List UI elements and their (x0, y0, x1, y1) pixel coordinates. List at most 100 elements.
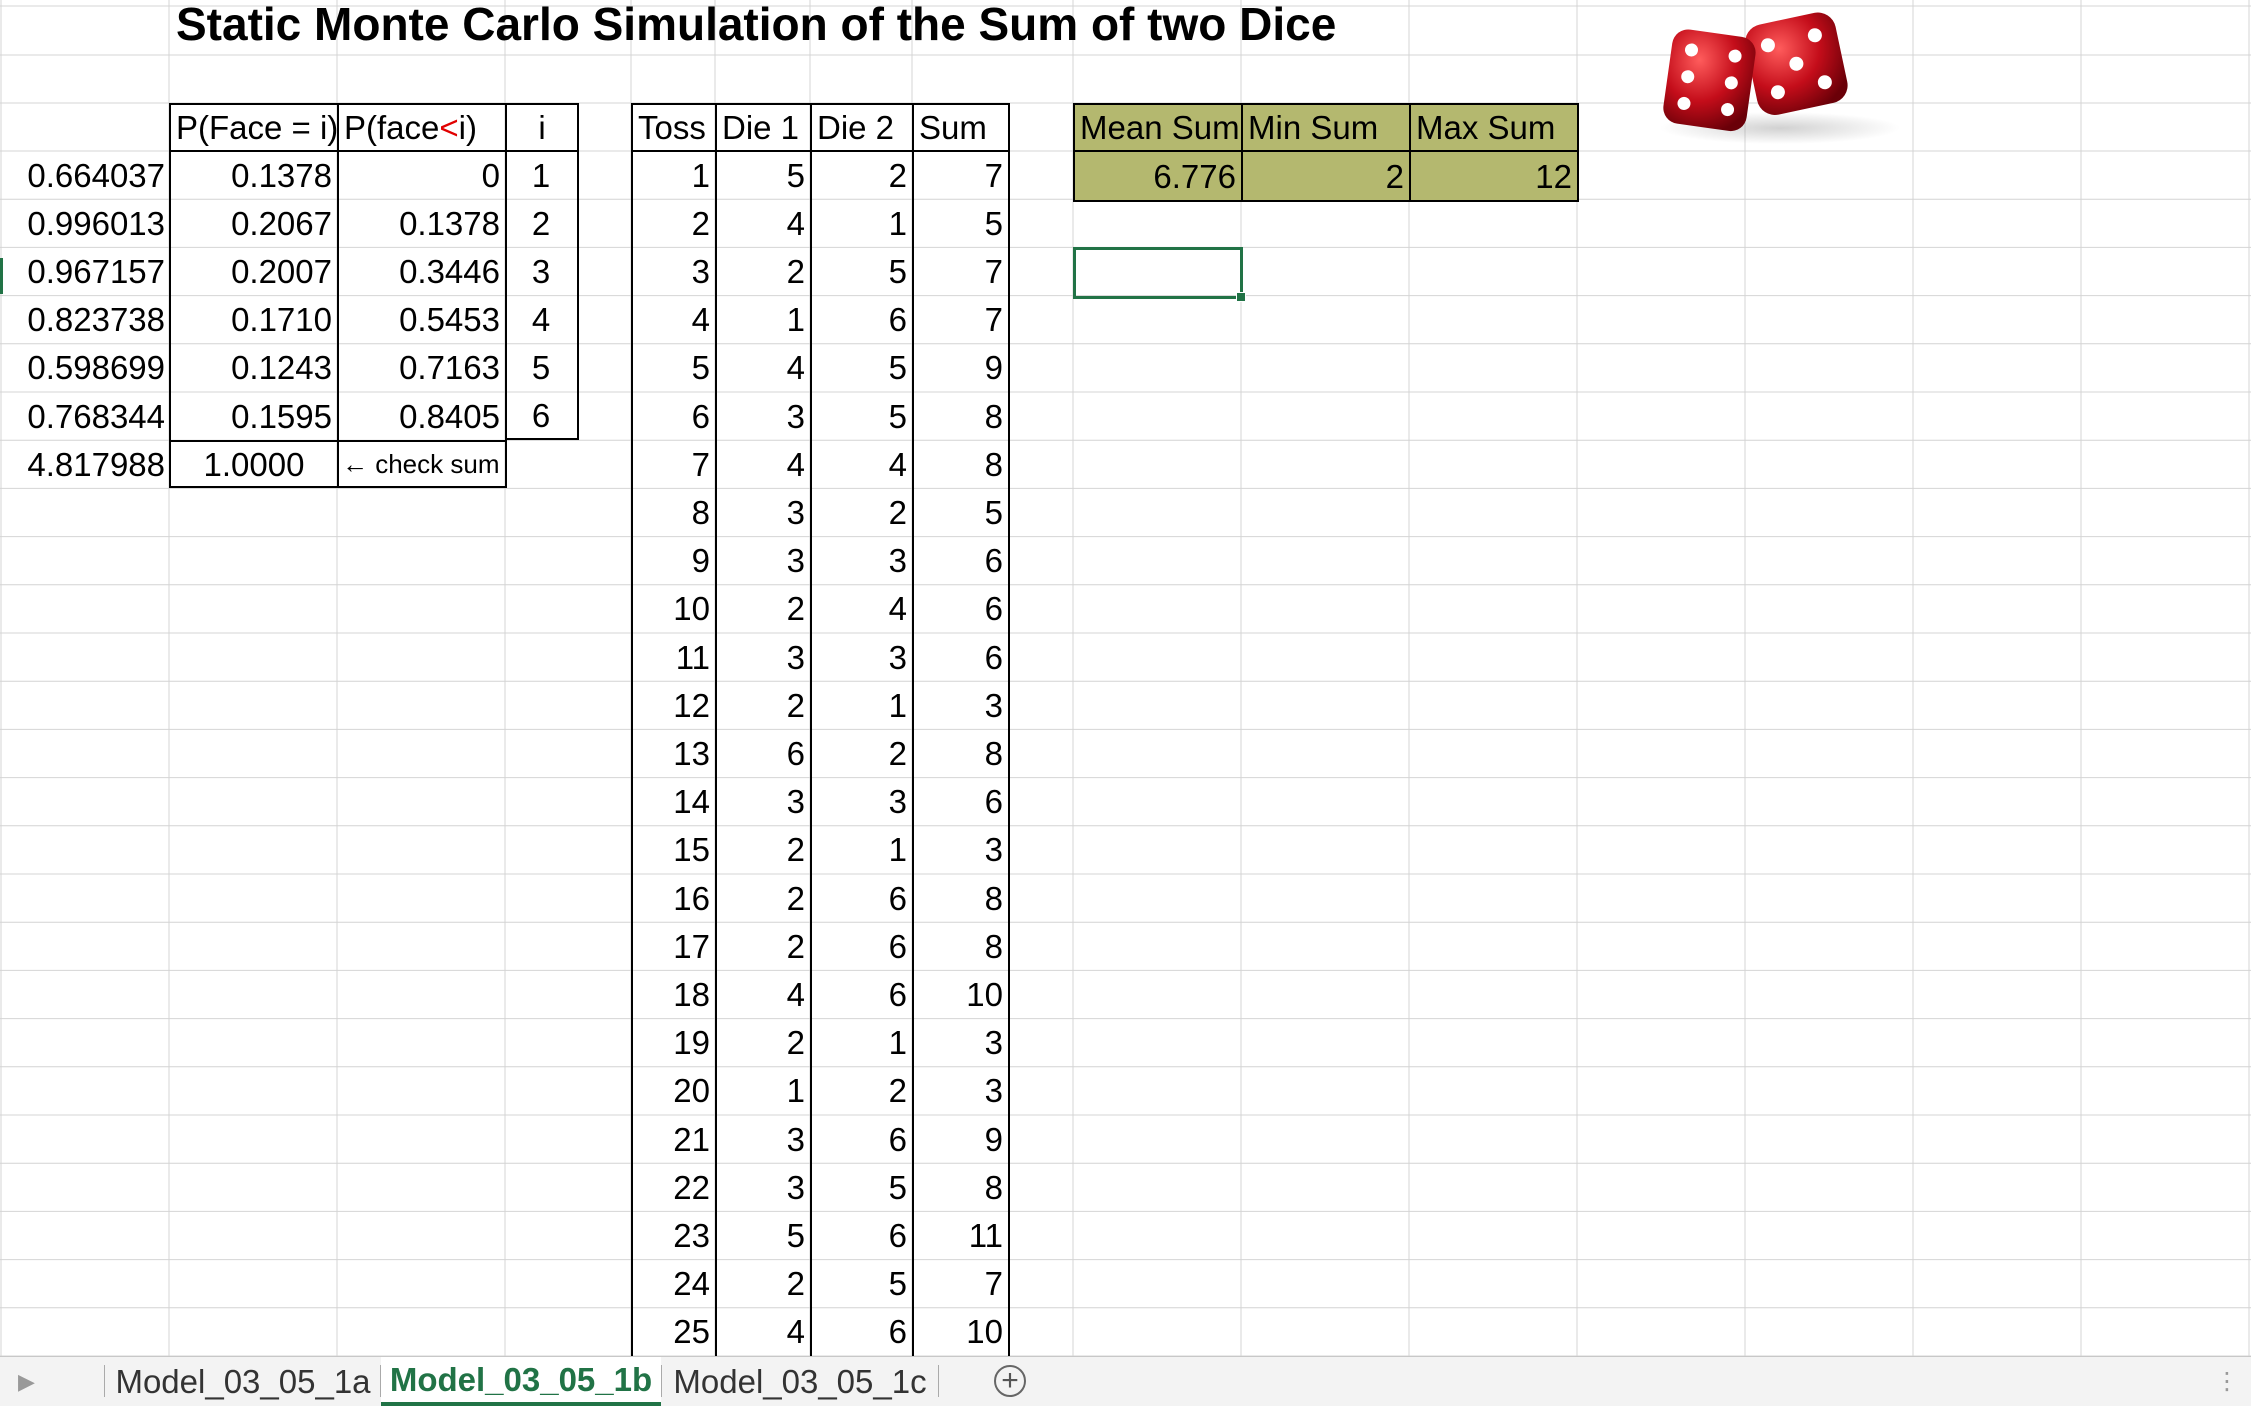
toss-number-cell[interactable]: 15 (631, 825, 717, 874)
die-1-cell[interactable]: 4 (715, 343, 812, 392)
header-i[interactable]: i (505, 103, 579, 152)
sum-cell[interactable]: 6 (912, 584, 1010, 633)
die-1-cell[interactable]: 2 (715, 874, 812, 923)
die-2-cell[interactable]: 6 (810, 1115, 914, 1164)
sum-cell[interactable]: 8 (912, 874, 1010, 923)
stats-value-min-sum[interactable]: 2 (1241, 150, 1411, 202)
sum-cell[interactable]: 7 (912, 295, 1010, 344)
sum-cell[interactable]: 8 (912, 1163, 1010, 1212)
die-2-cell[interactable]: 1 (810, 1018, 914, 1067)
sum-cell[interactable]: 8 (912, 922, 1010, 971)
die-1-cell[interactable]: 2 (715, 922, 812, 971)
die-1-cell[interactable]: 4 (715, 970, 812, 1019)
die-1-cell[interactable]: 3 (715, 536, 812, 585)
random-value-cell[interactable]: 0.996013 (0, 199, 170, 247)
sum-cell[interactable]: 6 (912, 536, 1010, 585)
toss-number-cell[interactable]: 11 (631, 633, 717, 682)
face-index-cell[interactable]: 4 (505, 295, 579, 344)
die-1-cell[interactable]: 3 (715, 1163, 812, 1212)
sum-cell[interactable]: 5 (912, 199, 1010, 248)
sum-cell[interactable]: 8 (912, 440, 1010, 489)
sum-cell[interactable]: 3 (912, 681, 1010, 730)
sum-cell[interactable]: 7 (912, 1259, 1010, 1308)
p-face-cell[interactable]: 0.2067 (169, 199, 339, 248)
die-1-cell[interactable]: 6 (715, 729, 812, 778)
random-value-cell[interactable]: 0.598699 (0, 344, 170, 392)
toss-header-die-2[interactable]: Die 2 (810, 103, 914, 152)
die-1-cell[interactable]: 3 (715, 1115, 812, 1164)
toss-header-die-1[interactable]: Die 1 (715, 103, 812, 152)
face-index-cell[interactable]: 6 (505, 392, 579, 441)
die-2-cell[interactable]: 3 (810, 536, 914, 585)
p-less-cell[interactable]: 0 (337, 151, 507, 200)
die-2-cell[interactable]: 5 (810, 1259, 914, 1308)
die-2-cell[interactable]: 2 (810, 151, 914, 200)
die-1-cell[interactable]: 2 (715, 584, 812, 633)
die-2-cell[interactable]: 6 (810, 970, 914, 1019)
p-face-cell[interactable]: 0.1378 (169, 151, 339, 200)
toss-number-cell[interactable]: 22 (631, 1163, 717, 1212)
random-value-cell[interactable]: 0.823738 (0, 296, 170, 344)
die-1-cell[interactable]: 4 (715, 1307, 812, 1356)
sum-cell[interactable]: 6 (912, 633, 1010, 682)
sum-cell[interactable]: 9 (912, 1115, 1010, 1164)
sum-cell[interactable]: 3 (912, 1066, 1010, 1115)
die-1-cell[interactable]: 2 (715, 1259, 812, 1308)
sum-cell[interactable]: 10 (912, 1307, 1010, 1356)
toss-number-cell[interactable]: 7 (631, 440, 717, 489)
stats-header-mean-sum[interactable]: Mean Sum (1073, 103, 1243, 152)
p-less-cell[interactable]: 0.7163 (337, 343, 507, 392)
toss-number-cell[interactable]: 13 (631, 729, 717, 778)
die-1-cell[interactable]: 5 (715, 151, 812, 200)
toss-number-cell[interactable]: 21 (631, 1115, 717, 1164)
add-sheet-icon[interactable]: + (994, 1365, 1026, 1397)
die-2-cell[interactable]: 5 (810, 247, 914, 296)
toss-number-cell[interactable]: 8 (631, 488, 717, 537)
toss-number-cell[interactable]: 23 (631, 1211, 717, 1260)
random-value-cell[interactable]: 0.664037 (0, 151, 170, 199)
random-value-cell[interactable]: 0.967157 (0, 247, 170, 295)
die-1-cell[interactable]: 4 (715, 440, 812, 489)
die-1-cell[interactable]: 3 (715, 633, 812, 682)
p-face-sum-cell[interactable]: 1.0000 (169, 440, 339, 489)
die-2-cell[interactable]: 4 (810, 440, 914, 489)
toss-header-toss[interactable]: Toss (631, 103, 717, 152)
sum-cell[interactable]: 7 (912, 151, 1010, 200)
die-2-cell[interactable]: 5 (810, 392, 914, 441)
random-sum-cell[interactable]: 4.817988 (0, 440, 170, 488)
p-face-cell[interactable]: 0.1243 (169, 343, 339, 392)
selected-cell[interactable] (1073, 247, 1246, 302)
sum-cell[interactable]: 7 (912, 247, 1010, 296)
p-less-cell[interactable]: 0.3446 (337, 247, 507, 296)
toss-number-cell[interactable]: 3 (631, 247, 717, 296)
toss-number-cell[interactable]: 18 (631, 970, 717, 1019)
sum-cell[interactable]: 10 (912, 970, 1010, 1019)
sheet-tab-model-03-05-1b[interactable]: Model_03_05_1b (381, 1357, 661, 1406)
toss-number-cell[interactable]: 19 (631, 1018, 717, 1067)
sum-cell[interactable]: 3 (912, 1018, 1010, 1067)
die-2-cell[interactable]: 1 (810, 199, 914, 248)
toss-number-cell[interactable]: 10 (631, 584, 717, 633)
sheet-tab-model-03-05-1c[interactable]: Model_03_05_1c (662, 1357, 938, 1406)
sum-cell[interactable]: 5 (912, 488, 1010, 537)
face-index-cell[interactable]: 5 (505, 343, 579, 392)
stats-value-mean-sum[interactable]: 6.776 (1073, 150, 1243, 202)
die-1-cell[interactable]: 3 (715, 392, 812, 441)
die-2-cell[interactable]: 2 (810, 1066, 914, 1115)
die-2-cell[interactable]: 5 (810, 343, 914, 392)
die-2-cell[interactable]: 1 (810, 681, 914, 730)
header-p-less[interactable]: P(face < i) (337, 103, 507, 152)
sum-cell[interactable]: 11 (912, 1211, 1010, 1260)
p-less-cell[interactable]: 0.8405 (337, 392, 507, 441)
die-2-cell[interactable]: 2 (810, 488, 914, 537)
p-less-cell[interactable]: 0.5453 (337, 295, 507, 344)
sum-cell[interactable]: 9 (912, 343, 1010, 392)
face-index-cell[interactable]: 1 (505, 151, 579, 200)
die-2-cell[interactable]: 1 (810, 825, 914, 874)
die-1-cell[interactable]: 1 (715, 1066, 812, 1115)
toss-number-cell[interactable]: 16 (631, 874, 717, 923)
die-1-cell[interactable]: 2 (715, 247, 812, 296)
p-face-cell[interactable]: 0.2007 (169, 247, 339, 296)
die-2-cell[interactable]: 4 (810, 584, 914, 633)
sum-cell[interactable]: 3 (912, 825, 1010, 874)
